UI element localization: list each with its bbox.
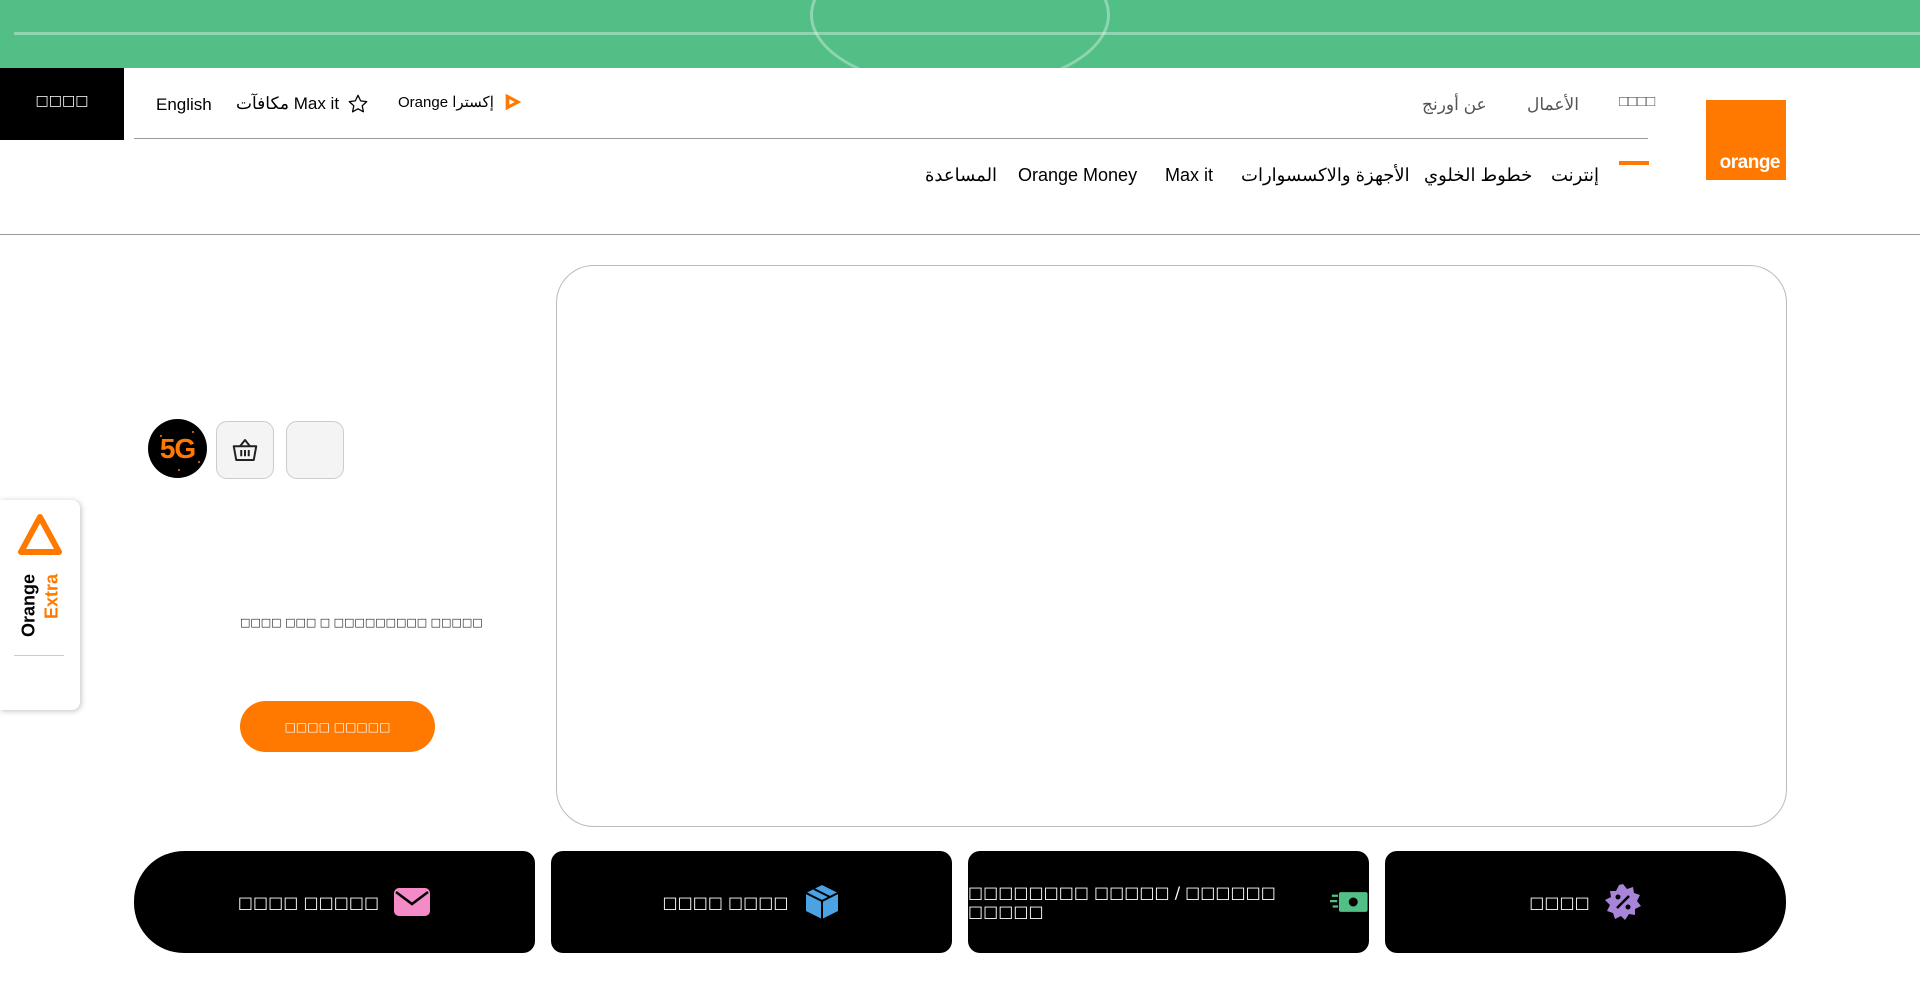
active-segment-indicator: [1619, 161, 1649, 165]
nav-mobile-lines[interactable]: خطوط الخلوي: [1424, 165, 1532, 186]
basket-icon: [232, 439, 258, 461]
hero-carousel-card[interactable]: [556, 265, 1787, 827]
badge-sparkle: [192, 431, 194, 433]
quick-link-tile[interactable]: □□□□□□□□ □□□□□ / □□□□□□ □□□□□: [968, 851, 1369, 953]
segment-personal-label: □□□□: [1619, 93, 1656, 110]
star-icon: [348, 94, 368, 113]
cash-icon: [1329, 892, 1368, 912]
extra-tab-divider: [14, 655, 64, 656]
hero-description: □□□□ □□□ □ □□□□□□□□□ □□□□□: [240, 616, 483, 629]
segment-about[interactable]: عن أورنج: [1422, 95, 1487, 115]
orange-extra-side-tab[interactable]: Orange Extra: [0, 500, 80, 710]
nav-orange-money[interactable]: Orange Money: [1018, 165, 1137, 186]
box-icon: [805, 885, 838, 919]
logo-text: orange: [1719, 152, 1781, 173]
nav-maxit[interactable]: Max it: [1165, 165, 1213, 186]
empty-square-button[interactable]: [286, 421, 344, 479]
segment-personal[interactable]: □□□□: [1619, 93, 1656, 165]
quick-link-label: □□□□ □□□□: [662, 892, 789, 912]
language-switch-english[interactable]: English: [156, 95, 212, 115]
discount-badge-icon: [1604, 884, 1641, 920]
quick-link-tile[interactable]: □□□□ □□□□□: [134, 851, 535, 953]
login-label: □□□□: [35, 93, 89, 109]
orange-vertical-label: Orange: [18, 573, 39, 638]
basket-button[interactable]: [216, 421, 274, 479]
hero-cta-button[interactable]: □□□□ □□□□□: [240, 701, 435, 752]
login-button[interactable]: □□□□: [0, 68, 124, 140]
maxit-rewards-link[interactable]: مكافآت Max it: [236, 93, 369, 115]
nav-devices-accessories[interactable]: الأجهزة والاكسسوارات: [1241, 165, 1410, 186]
5g-badge: 5G: [148, 419, 207, 478]
badge-sparkle: [198, 461, 200, 463]
extra-triangle-icon: [18, 514, 62, 555]
nav-help[interactable]: المساعدة: [925, 165, 997, 186]
badge-sparkle: [178, 469, 180, 471]
segment-business[interactable]: الأعمال: [1527, 95, 1579, 115]
hero-cta-label: □□□□ □□□□□: [284, 719, 391, 734]
top-nav-divider: [134, 138, 1648, 139]
quick-links: □□□□ □□□□□ □□□□ □□□□ □□□□□□□□ □□□□□ / □□…: [134, 851, 1786, 953]
nav-internet[interactable]: إنترنت: [1551, 165, 1599, 186]
play-triangle-icon: [505, 93, 522, 111]
promo-banner[interactable]: [0, 0, 1920, 68]
orange-logo[interactable]: orange: [1706, 100, 1786, 180]
main-nav-divider: [0, 234, 1920, 235]
extra-vertical-label: Extra: [41, 573, 62, 620]
quick-link-label: □□□□: [1529, 892, 1590, 912]
5g-badge-label: 5G: [159, 432, 196, 464]
banner-field-circle: [810, 0, 1110, 68]
quick-link-tile[interactable]: □□□□ □□□□: [551, 851, 952, 953]
maxit-rewards-label: مكافآت Max it: [236, 94, 340, 113]
envelope-icon: [394, 888, 431, 916]
badge-sparkle: [160, 435, 162, 437]
quick-link-label: □□□□ □□□□□: [237, 892, 380, 912]
quick-link-tile[interactable]: □□□□: [1385, 851, 1786, 953]
orange-extra-link[interactable]: Orange إكسترا: [398, 91, 524, 113]
orange-extra-label: Orange إكسترا: [398, 94, 494, 111]
quick-link-label: □□□□□□□□ □□□□□ / □□□□□□ □□□□□: [968, 883, 1276, 921]
